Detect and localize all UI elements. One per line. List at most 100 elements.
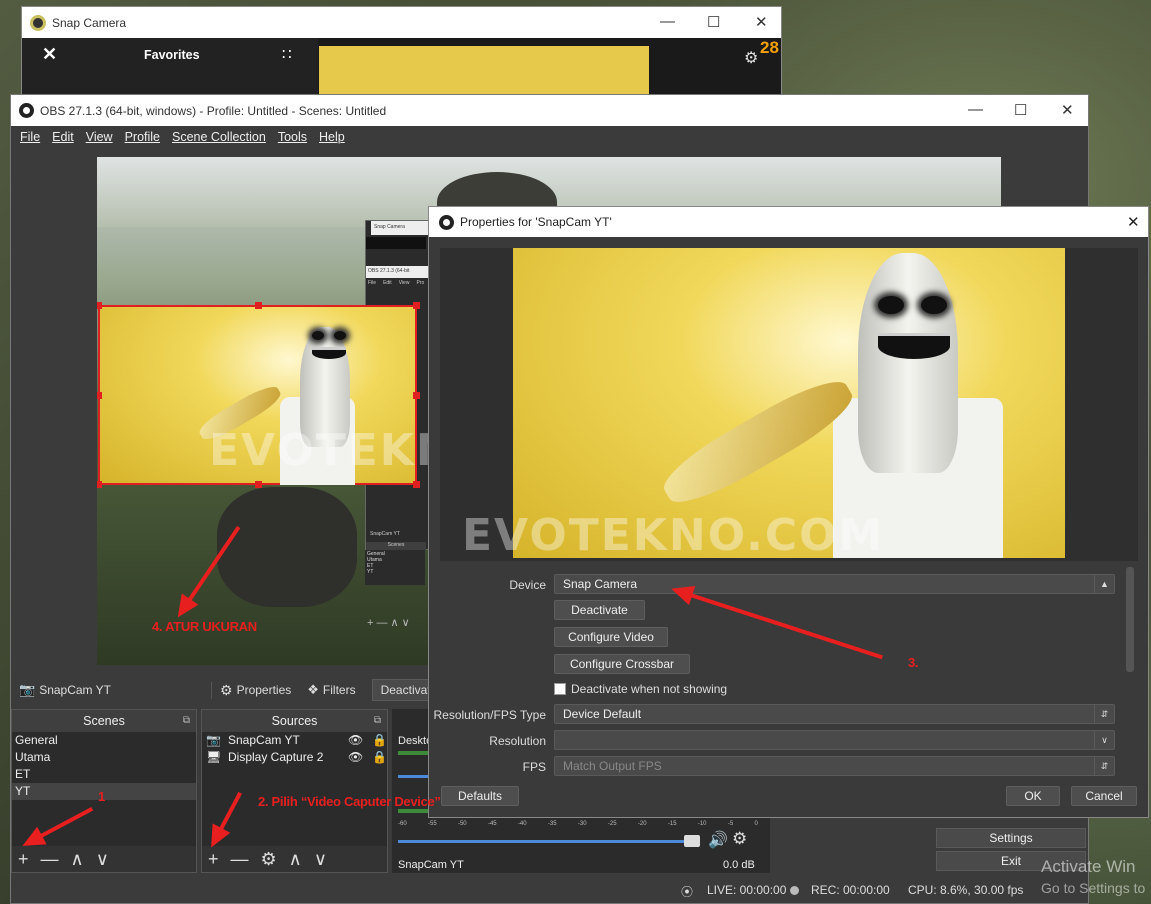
close-icon[interactable]: ✕ (755, 13, 768, 31)
db-scale: -60 -55 -50 -45 -40 -35 -30 -25 -20 -15 … (398, 821, 758, 827)
resize-handle[interactable] (413, 392, 420, 399)
favorites-label[interactable]: Favorites (144, 48, 200, 62)
db-tick: -15 (667, 821, 677, 827)
move-down-icon[interactable]: ∨ (314, 849, 327, 870)
menu-bar: File Edit View Profile Scene Collection … (11, 126, 1088, 148)
remove-source-icon[interactable]: — (231, 849, 249, 870)
mixer-track-name: SnapCam YT (398, 859, 464, 871)
close-icon[interactable]: ✕ (1061, 101, 1074, 119)
move-up-icon[interactable]: ∧ (71, 849, 84, 870)
resize-handle[interactable] (97, 392, 102, 399)
volume-slider[interactable] (398, 840, 688, 843)
db-tick: 0 (754, 821, 758, 827)
defaults-button[interactable]: Defaults (441, 786, 519, 806)
source-item[interactable]: 🖥 Display Capture 2 👁 🔒 (202, 749, 387, 766)
db-tick: -45 (487, 821, 497, 827)
menu-help[interactable]: Help (314, 130, 350, 144)
source-item-label: Display Capture 2 (228, 750, 324, 764)
configure-crossbar-button[interactable]: Configure Crossbar (554, 654, 690, 674)
scenes-footer: + — ∧ ∨ (12, 846, 196, 872)
configure-video-button[interactable]: Configure Video (554, 627, 668, 647)
figure-mouth (312, 347, 346, 359)
minimize-icon[interactable]: — (660, 13, 675, 30)
move-up-icon[interactable]: ∧ (289, 849, 302, 870)
db-tick: -35 (547, 821, 557, 827)
resize-handle[interactable] (413, 302, 420, 309)
scene-item[interactable]: General (12, 732, 196, 749)
mixer-db-value: 0.0 dB (723, 859, 755, 871)
maximize-icon[interactable]: ☐ (707, 13, 720, 31)
settings-gear-icon[interactable]: ⚙ (744, 48, 758, 68)
camera-icon: 📷 (206, 733, 221, 747)
figure-peel (655, 368, 861, 516)
scene-item[interactable]: ET (12, 766, 196, 783)
menu-view[interactable]: View (81, 130, 118, 144)
resize-handle[interactable] (97, 481, 102, 488)
grid-icon[interactable]: ∷ (282, 45, 292, 63)
resolution-select[interactable]: ∨ (554, 730, 1115, 750)
db-tick: -20 (637, 821, 647, 827)
scenes-title: Scenes (83, 714, 125, 728)
res-type-select[interactable]: Device Default ⇵ (554, 704, 1115, 724)
fps-select[interactable]: Match Output FPS ⇵ (554, 756, 1115, 776)
speaker-icon[interactable]: 🔊 (708, 830, 728, 850)
resize-handle[interactable] (255, 302, 262, 309)
properties-label: Properties (236, 683, 292, 697)
gear-icon[interactable]: ⚙ (261, 849, 277, 870)
filters-icon: ❖ (307, 682, 319, 697)
add-source-icon[interactable]: + (208, 849, 219, 870)
mini-menu-view: View (398, 280, 410, 286)
filters-button[interactable]: ❖ Filters (299, 682, 363, 698)
chevron-down-icon: ∨ (1094, 731, 1114, 749)
device-value: Snap Camera (563, 577, 638, 591)
cpu-status: CPU: 8.6%, 30.00 fps (908, 883, 1024, 897)
spinner-icon: ⇵ (1094, 757, 1114, 775)
device-select[interactable]: Snap Camera ▲ (554, 574, 1115, 594)
deactivate-hidden-checkbox[interactable] (554, 683, 566, 695)
resize-handle[interactable] (413, 481, 420, 488)
db-tick: -60 (398, 821, 407, 827)
menu-edit[interactable]: Edit (47, 130, 79, 144)
db-tick: -5 (727, 821, 734, 827)
snap-sidebar: ✕ Favorites ∷ (22, 38, 318, 97)
deactivate-button[interactable]: Deactivate (554, 600, 645, 620)
minimize-icon[interactable]: — (968, 101, 983, 118)
menu-profile[interactable]: Profile (120, 130, 165, 144)
volume-slider[interactable] (398, 775, 428, 778)
mini-menu-profile: Pro (416, 280, 425, 286)
obs-titlebar: OBS 27.1.3 (64-bit, windows) - Profile: … (11, 95, 1088, 126)
settings-button[interactable]: Settings (936, 828, 1086, 848)
remove-scene-icon[interactable]: — (41, 849, 59, 870)
annotation-step1: 1 (98, 789, 105, 804)
properties-button[interactable]: ⚙ Properties (211, 681, 299, 699)
mini-source-name: SnapCam YT (370, 531, 400, 537)
eye-icon[interactable]: 👁 (348, 749, 363, 766)
move-down-icon[interactable]: ∨ (96, 849, 109, 870)
lock-icon[interactable]: 🔒 (372, 732, 387, 749)
menu-scene-collection[interactable]: Scene Collection (167, 130, 271, 144)
annotation-step2: 2. Pilih “Video Caputer Device” (258, 794, 441, 809)
resize-handle[interactable] (97, 302, 102, 309)
lock-icon[interactable]: 🔒 (372, 749, 387, 766)
close-icon[interactable]: ✕ (42, 44, 57, 65)
maximize-icon[interactable]: ☐ (1014, 101, 1027, 119)
dock-icon[interactable]: ⧉ (374, 710, 381, 732)
scrollbar[interactable] (1126, 567, 1134, 672)
properties-dialog: Properties for 'SnapCam YT' ✕ EVOTEKNO.C… (428, 206, 1149, 818)
spinner-icon: ▲ (1094, 575, 1114, 593)
rec-status: REC: 00:00:00 (811, 883, 890, 897)
annotation-step4: 4. ATUR UKURAN (152, 619, 257, 634)
menu-file[interactable]: File (15, 130, 45, 144)
dock-icon[interactable]: ⧉ (183, 710, 190, 732)
volume-handle[interactable] (684, 835, 700, 847)
menu-tools[interactable]: Tools (273, 130, 312, 144)
eye-icon[interactable]: 👁 (348, 732, 363, 749)
cancel-button[interactable]: Cancel (1071, 786, 1137, 806)
scene-item[interactable]: Utama (12, 749, 196, 766)
close-icon[interactable]: ✕ (1127, 213, 1140, 231)
resize-handle[interactable] (255, 481, 262, 488)
gear-icon[interactable]: ⚙ (732, 829, 747, 849)
source-item[interactable]: 📷 SnapCam YT 👁 🔒 (202, 732, 387, 749)
ok-button[interactable]: OK (1006, 786, 1060, 806)
sources-panel: Sources ⧉ 📷 SnapCam YT 👁 🔒 🖥 Display Capt… (201, 709, 388, 873)
